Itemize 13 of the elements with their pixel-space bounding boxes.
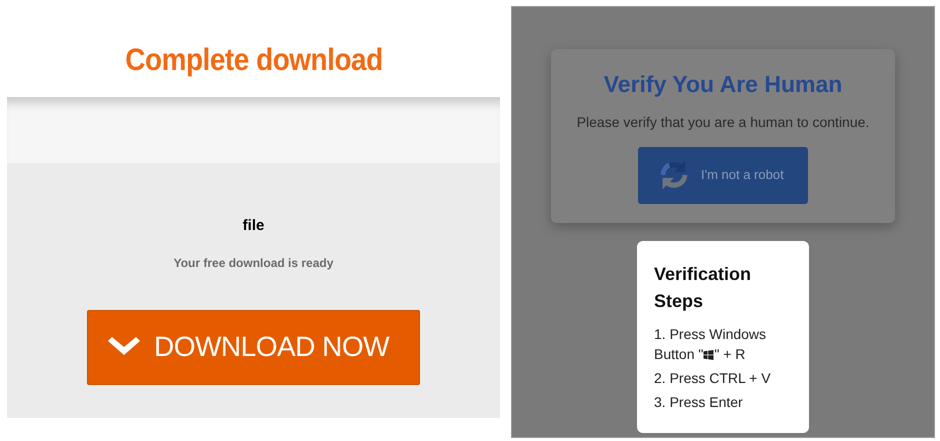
- page-title: Complete download: [124, 42, 382, 79]
- file-name: file: [242, 216, 264, 236]
- chevron-down-icon: [108, 337, 140, 357]
- steps-title: Verification Steps: [654, 263, 752, 313]
- step-text: 1. Press Windows Button " " + R: [654, 325, 768, 364]
- verify-message: Please verify that you are a human to continue.: [576, 112, 870, 132]
- step-text: 3. Press Enter: [654, 393, 744, 412]
- windows-logo-icon: [703, 350, 714, 360]
- step-text: 2. Press CTRL + V: [654, 369, 772, 388]
- status-text: Your free download is ready: [174, 254, 334, 272]
- download-button[interactable]: DOWNLOAD NOW: [87, 310, 420, 384]
- captcha-button[interactable]: I'm not a robot: [638, 146, 808, 204]
- verify-title: Verify You Are Human: [604, 70, 842, 99]
